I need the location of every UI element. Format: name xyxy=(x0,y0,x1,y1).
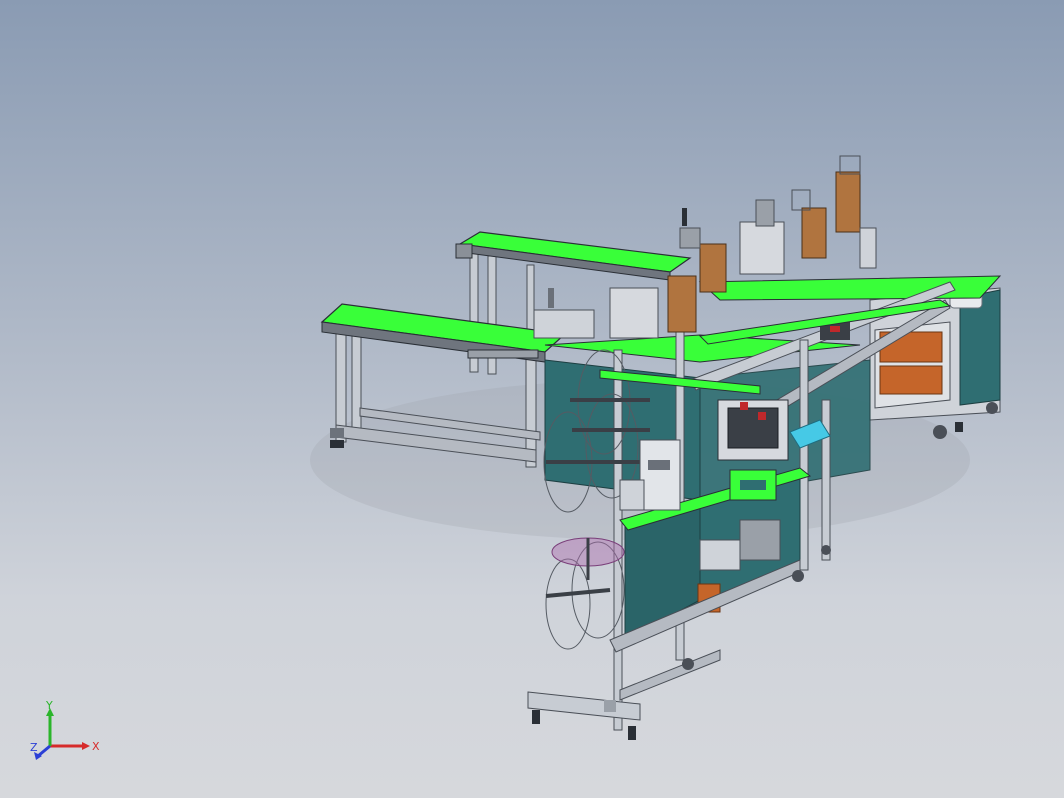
coordinate-triad: X Y Z xyxy=(30,700,100,760)
y-axis-label: Y xyxy=(45,700,53,712)
mask-machine-assembly-model[interactable] xyxy=(0,0,1064,798)
z-axis-label: Z xyxy=(30,741,38,754)
z-axis-arrow xyxy=(37,744,51,758)
x-axis-label: X xyxy=(92,740,100,753)
cad-graphics-viewport[interactable]: X Y Z xyxy=(0,0,1064,798)
